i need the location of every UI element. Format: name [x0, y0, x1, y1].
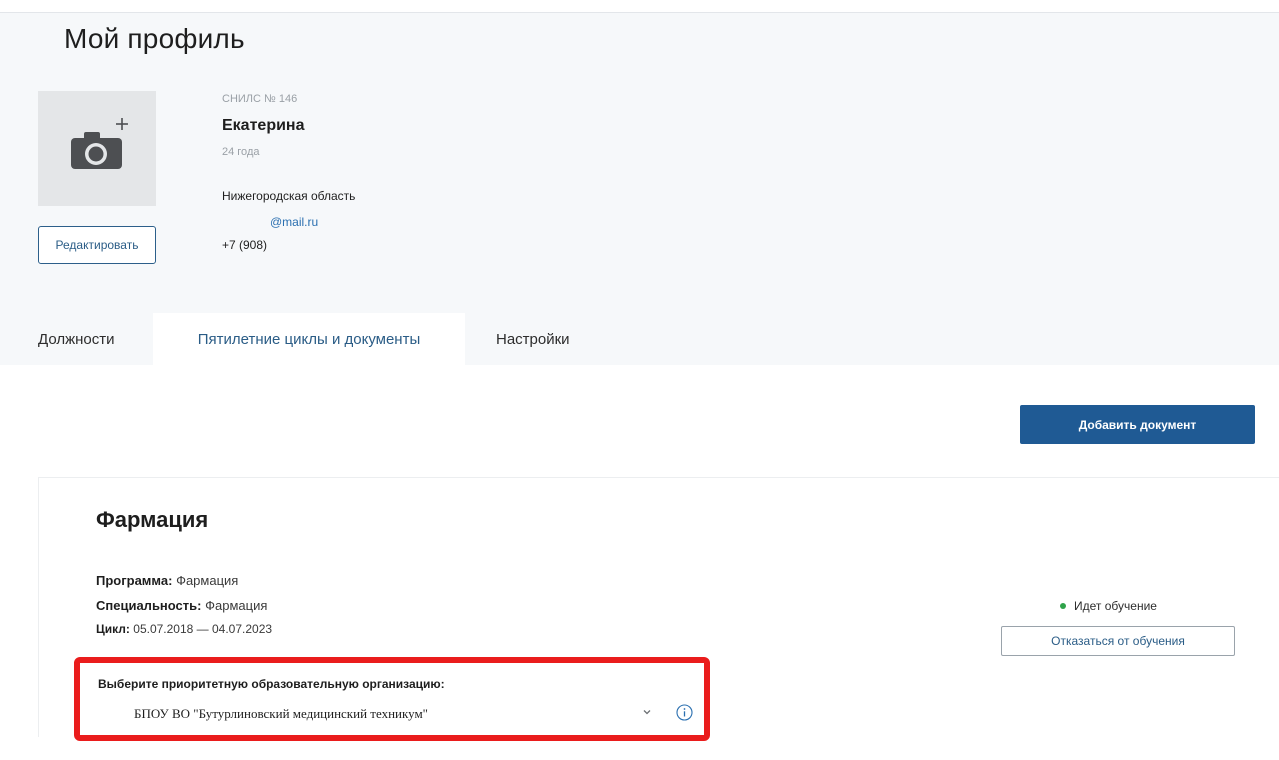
avatar-upload[interactable] [38, 91, 156, 206]
cycle-label: Цикл: [96, 622, 130, 636]
priority-org-select[interactable]: БПОУ ВО "Бутурлиновский медицинский техн… [96, 699, 664, 727]
page-title: Мой профиль [64, 23, 245, 54]
program-row: Программа: Фармация [96, 573, 238, 588]
tab-positions[interactable]: Должности [38, 313, 115, 365]
org-select-label: Выберите приоритетную образовательную ор… [98, 677, 445, 691]
cycle-value: 05.07.2018 — 04.07.2023 [133, 622, 273, 636]
org-select-value: БПОУ ВО "Бутурлиновский медицинский техн… [134, 706, 428, 721]
info-icon[interactable] [676, 704, 693, 721]
specialty-value: Фармация [205, 598, 268, 613]
user-age: 24 года [222, 146, 260, 158]
profile-tabs: Должности Пятилетние циклы и документы Н… [0, 313, 700, 365]
program-value: Фармация [176, 573, 239, 588]
cycle-row: Цикл: 05.07.2018 — 04.07.2023 [96, 622, 272, 636]
chevron-down-icon [643, 710, 651, 715]
snils-number: СНИЛС № 146 [222, 93, 298, 105]
decline-training-button[interactable]: Отказаться от обучения [1001, 626, 1235, 656]
tab-cycles-documents[interactable]: Пятилетние циклы и документы [153, 313, 465, 365]
status-dot-icon [1060, 602, 1066, 609]
user-email-link[interactable]: @mail.ru [270, 215, 318, 229]
edit-profile-button[interactable]: Редактировать [38, 226, 156, 264]
specialty-row: Специальность: Фармация [96, 598, 267, 613]
status-text: Идет обучение [1074, 599, 1157, 613]
user-phone: +7 (908) [222, 238, 268, 252]
training-status: Идет обучение [1060, 599, 1157, 613]
add-document-button[interactable]: Добавить документ [1020, 405, 1255, 444]
tab-settings[interactable]: Настройки [496, 313, 570, 365]
user-region: Нижегородская область [222, 189, 356, 203]
user-name: Екатерина [222, 117, 305, 134]
camera-plus-icon [71, 118, 128, 169]
document-title: Фармация [96, 507, 209, 532]
specialty-label: Специальность: [96, 598, 202, 613]
program-label: Программа: [96, 573, 173, 588]
